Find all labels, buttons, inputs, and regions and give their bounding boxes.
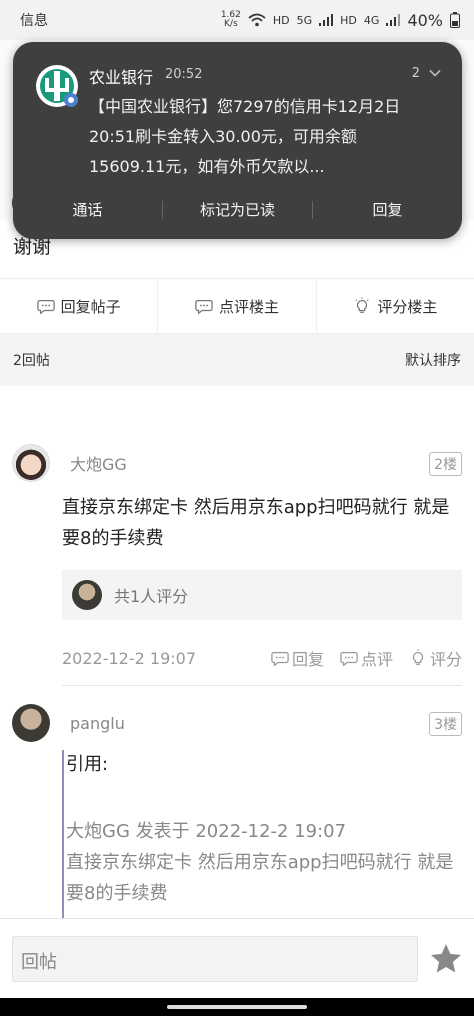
sort-bar: 2回帖 默认排序 (0, 334, 474, 386)
home-indicator[interactable] (167, 1005, 307, 1009)
comment-button[interactable]: 点评 (340, 646, 393, 670)
battery-percent: 40% (407, 10, 443, 30)
abc-bank-logo-icon (36, 65, 78, 107)
reply-input[interactable]: 回帖 (12, 936, 418, 982)
notification-app-name: 农业银行 (89, 68, 154, 87)
post-action-bar: 回复帖子 点评楼主 评分楼主 (0, 278, 474, 334)
hd-label-2: HD (340, 13, 357, 27)
quote-title: 引用: (66, 754, 109, 775)
floor-badge: 2楼 (429, 452, 462, 476)
rate-label: 评分 (429, 650, 462, 669)
reply-author[interactable]: panglu (70, 714, 125, 733)
rate-button[interactable]: 评分 (409, 646, 462, 670)
signal-icon (319, 14, 334, 26)
reply-post-label: 回复帖子 (60, 297, 121, 316)
comment-op-button[interactable]: 点评楼主 (158, 279, 317, 333)
comment-op-label: 点评楼主 (218, 297, 279, 316)
rating-count: 共1人评分 (114, 587, 189, 606)
reply-author-line: 大炮GG (12, 444, 127, 482)
rate-op-label: 评分楼主 (377, 297, 438, 316)
quote-block: 引用: 大炮GG 发表于 2022-12-2 19:07 直接京东绑定卡 然后用… (62, 750, 462, 918)
reply-bar: 回帖 (0, 918, 474, 998)
comment-icon (340, 651, 358, 667)
comment-label: 点评 (360, 650, 393, 669)
avatar[interactable] (12, 704, 50, 742)
notification-count: 2 (411, 66, 420, 81)
status-app-label: 信息 (20, 13, 48, 29)
rate-op-button[interactable]: 评分楼主 (317, 279, 474, 333)
rating-summary[interactable]: 共1人评分 (62, 570, 462, 620)
lightbulb-icon (355, 297, 369, 313)
mark-read-button[interactable]: 标记为已读 (163, 198, 312, 222)
floor-badge: 3楼 (429, 712, 462, 736)
reply-meta-row: 2022-12-2 19:07 回复 点评 评分 (62, 646, 462, 670)
quote-meta: 大炮GG 发表于 2022-12-2 19:07 (66, 821, 347, 842)
status-indicators: 1.62 K/s HD 5G HD 4G 40% (221, 11, 460, 30)
reply-count: 2回帖 (13, 353, 50, 369)
lightbulb-icon (412, 649, 424, 665)
status-bar: 信息 1.62 K/s HD 5G HD 4G 40% (0, 0, 474, 40)
reply-post-3: panglu 3楼 引用: 大炮GG 发表于 2022-12-2 19:07 直… (0, 686, 474, 918)
reply-author[interactable]: 大炮GG (70, 451, 127, 475)
reply-post-2: 大炮GG 2楼 直接京东绑定卡 然后用京东app扫吧码就行 就是要8的手续费 共… (0, 426, 474, 686)
signal-5g-label: 5G (296, 13, 313, 27)
quote-text: 直接京东绑定卡 然后用京东app扫吧码就行 就是要8的手续费 (66, 852, 454, 904)
chat-bubble-icon (271, 651, 289, 667)
signal-4g-label: 4G (363, 13, 380, 27)
reply-author-line: panglu (12, 704, 125, 742)
notification-message: 【中国农业银行】您7297的信用卡12月2日20:51刷卡金转入30.00元，可… (89, 97, 401, 176)
reply-button[interactable]: 回复 (271, 646, 324, 670)
notification-time: 20:52 (165, 67, 203, 82)
sort-dropdown[interactable]: 默认排序 (405, 350, 461, 370)
avatar (72, 580, 102, 610)
notification-actions: 通话 标记为已读 回复 (13, 198, 462, 222)
reply-content: 直接京东绑定卡 然后用京东app扫吧码就行 就是要8的手续费 (62, 497, 450, 549)
star-icon[interactable] (428, 941, 464, 977)
call-button[interactable]: 通话 (13, 198, 162, 222)
battery-icon (450, 12, 460, 28)
comment-icon (195, 299, 213, 315)
net-speed: 1.62 K/s (220, 10, 241, 29)
notification-reply-button[interactable]: 回复 (313, 198, 462, 222)
hd-label-1: HD (272, 13, 290, 27)
notification-card[interactable]: 农业银行 20:52 2 【中国农业银行】您7297的信用卡12月2日20:51… (13, 42, 462, 239)
reply-post-button[interactable]: 回复帖子 (0, 279, 159, 333)
chat-bubble-icon (36, 299, 55, 315)
reply-label: 回复 (291, 650, 324, 669)
reply-date: 2022-12-2 19:07 (62, 648, 196, 668)
system-nav-bar (0, 998, 474, 1016)
wifi-icon (248, 13, 266, 27)
avatar[interactable] (12, 444, 50, 482)
chevron-down-icon[interactable] (428, 66, 442, 80)
signal-icon-2 (386, 14, 401, 26)
